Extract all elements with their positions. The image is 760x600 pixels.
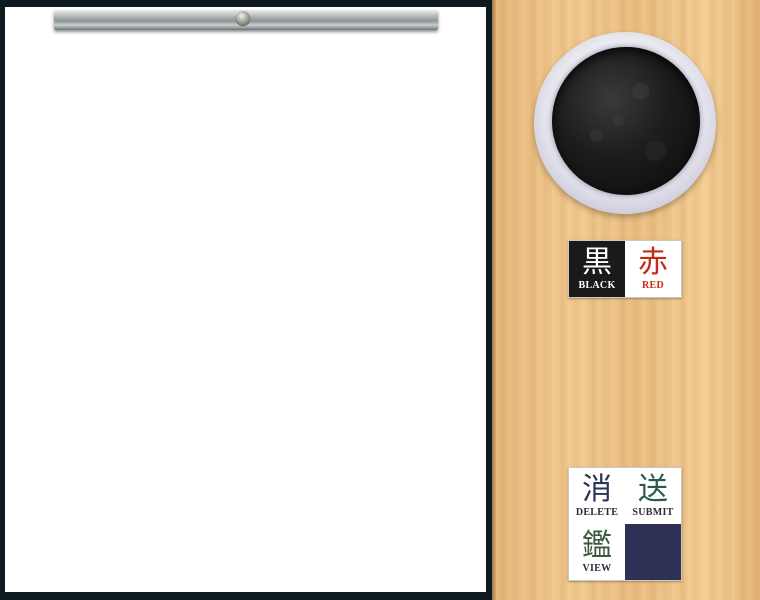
paper-frame: [0, 0, 492, 600]
red-kanji: 赤: [638, 245, 668, 280]
black-label: BLACK: [578, 280, 616, 291]
delete-label: DELETE: [575, 507, 619, 518]
paper-clip-bar: [54, 10, 438, 30]
drawing-paper[interactable]: [5, 7, 486, 592]
clip-rivet-icon: [236, 11, 250, 25]
red-ink-button[interactable]: 赤 RED: [625, 241, 681, 297]
black-kanji: 黒: [582, 245, 612, 280]
delete-kanji: 消: [582, 472, 612, 507]
view-button[interactable]: 鑑 VIEW: [569, 524, 625, 580]
view-kanji: 鑑: [582, 528, 612, 563]
ink-sheen: [552, 47, 700, 195]
submit-kanji: 送: [638, 472, 668, 507]
ink-pool: [552, 47, 700, 195]
inkwell[interactable]: [534, 32, 716, 214]
ink-color-picker: 黒 BLACK 赤 RED: [568, 240, 682, 298]
wood-edge: [492, 0, 496, 600]
submit-label: SUBMIT: [632, 507, 674, 518]
action-buttons: 消 DELETE 送 SUBMIT 鑑 VIEW: [568, 467, 682, 581]
view-label: VIEW: [582, 563, 612, 574]
black-ink-button[interactable]: 黒 BLACK: [569, 241, 625, 297]
red-label: RED: [641, 280, 664, 291]
submit-button[interactable]: 送 SUBMIT: [625, 468, 681, 524]
wood-panel: 黒 BLACK 赤 RED 消 DELETE 送 SUBMIT 鑑 VIEW: [492, 0, 760, 600]
delete-button[interactable]: 消 DELETE: [569, 468, 625, 524]
blank-tile: [625, 524, 681, 580]
